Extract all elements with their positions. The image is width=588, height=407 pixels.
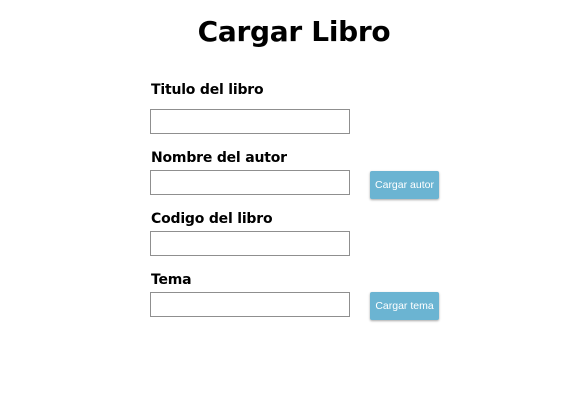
book-code-input[interactable] (150, 231, 350, 256)
load-topic-button[interactable]: Cargar tema (370, 292, 439, 320)
author-name-label: Nombre del autor (151, 150, 287, 166)
page-title: Cargar Libro (197, 15, 391, 48)
topic-label: Tema (151, 272, 192, 288)
topic-input[interactable] (150, 292, 350, 317)
book-title-label: Titulo del libro (151, 82, 264, 98)
author-name-input[interactable] (150, 170, 350, 195)
book-title-input[interactable] (150, 109, 350, 134)
book-code-label: Codigo del libro (151, 211, 273, 227)
load-author-button[interactable]: Cargar autor (370, 171, 439, 199)
